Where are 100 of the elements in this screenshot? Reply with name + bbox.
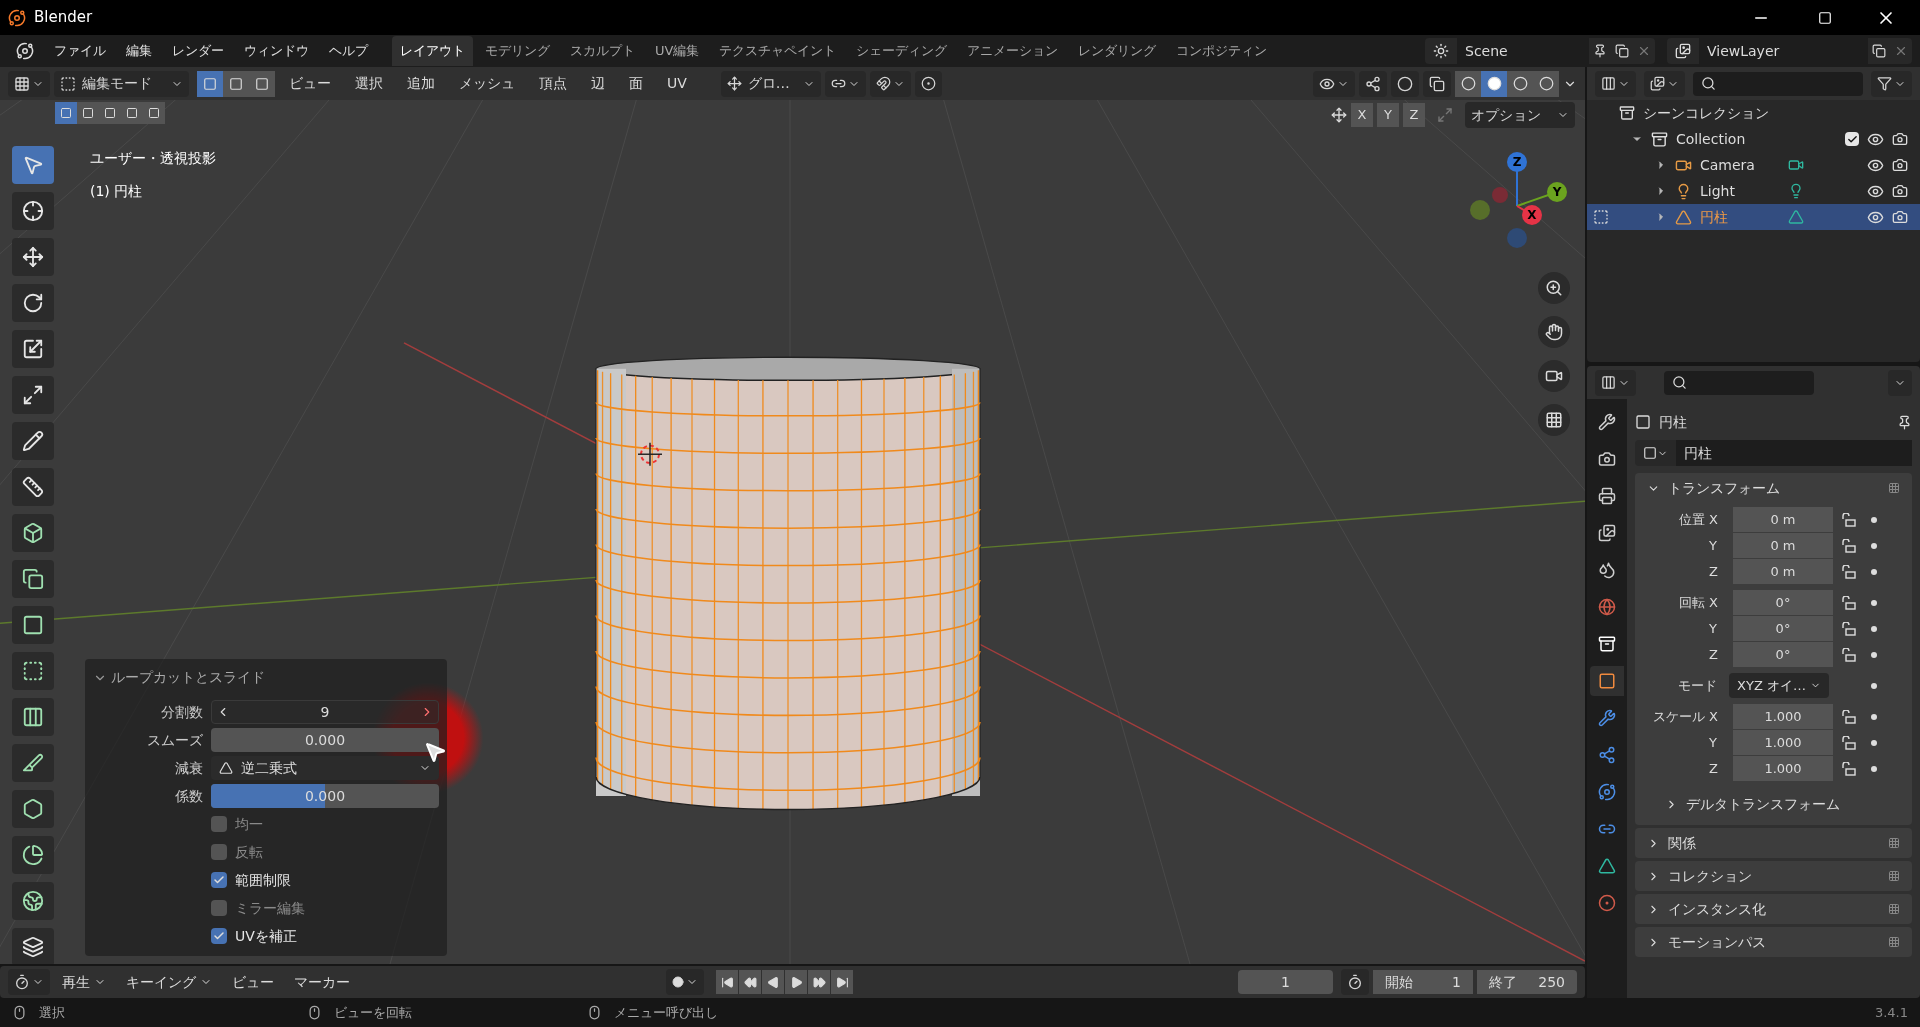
menu-item[interactable]: ヘルプ — [321, 41, 376, 61]
field-label: 減衰 — [174, 758, 203, 778]
checkbox-label: 均一 — [235, 814, 263, 834]
workspace-tab[interactable]: レンダリング — [1070, 36, 1165, 66]
menu-item[interactable]: 面 — [619, 73, 653, 94]
field-label: スケール — [1652, 707, 1705, 726]
object-name-field[interactable]: 円柱 — [1676, 440, 1912, 466]
falloff-dropdown[interactable]: 逆二乗式 — [211, 756, 439, 780]
outliner-row[interactable]: Camera — [1587, 152, 1920, 178]
version-label: 3.4.1 — [1874, 1003, 1908, 1022]
current-frame-field[interactable]: 1 — [1238, 970, 1333, 994]
field-label: モード — [1677, 676, 1717, 695]
object-label: (1) 円柱 — [90, 182, 144, 201]
view-layer-field[interactable]: ViewLayer — [1699, 38, 1868, 64]
axis-label: Z — [1709, 562, 1719, 581]
timeline-menu[interactable]: ビュー — [224, 971, 282, 993]
number-field[interactable]: 0 m — [1733, 533, 1833, 558]
outliner-row[interactable]: 円柱 — [1587, 204, 1920, 230]
mode-dropdown[interactable]: 編集モード — [54, 70, 189, 97]
workspace-tab[interactable]: コンポジティン — [1168, 36, 1276, 66]
timeline-menu[interactable]: キーイング — [118, 971, 220, 993]
scene-collection-label: シーンコレクション — [1643, 103, 1769, 123]
start-frame-field[interactable]: 開始 1 — [1373, 970, 1473, 994]
window-title: Blender — [34, 7, 93, 29]
menu-item[interactable]: レンダー — [164, 41, 232, 61]
options-dropdown[interactable]: オプション — [1465, 102, 1575, 128]
outliner-row[interactable]: Light — [1587, 178, 1920, 204]
panel-title: 関係 — [1668, 833, 1697, 853]
axis-toggle[interactable]: X — [1351, 103, 1373, 127]
field-label: 回転 — [1678, 593, 1705, 612]
workspace-tab[interactable]: シェーディング — [848, 36, 956, 66]
outliner-item-name: Camera — [1700, 155, 1756, 175]
menu-item[interactable]: 辺 — [581, 73, 615, 94]
checkbox-label: 反転 — [235, 842, 263, 862]
axis-label: Y — [1709, 536, 1718, 555]
outliner-item-name: Collection — [1676, 129, 1747, 149]
number-field[interactable]: 1.000 — [1733, 756, 1833, 781]
axis-label: Y — [1709, 733, 1718, 752]
axis-label: Y — [1709, 619, 1718, 638]
axis-toggle[interactable]: Y — [1377, 103, 1399, 127]
number-field[interactable]: 0° — [1733, 590, 1833, 615]
outliner-item-name: Light — [1700, 181, 1736, 201]
collapsed-panel[interactable]: モーションパス — [1635, 927, 1912, 957]
collapsed-panel[interactable]: 関係 — [1635, 828, 1912, 858]
checkbox-label: 範囲制限 — [235, 870, 291, 890]
field-label: 係数 — [174, 786, 203, 806]
panel-title: コレクション — [1668, 866, 1753, 886]
menu-item[interactable]: 選択 — [345, 73, 393, 94]
subpanel-title: デルタトランスフォーム — [1686, 794, 1840, 814]
menu-item[interactable]: ビュー — [279, 73, 341, 94]
stepper-value: 9 — [319, 702, 331, 722]
number-field[interactable]: 0° — [1733, 616, 1833, 641]
number-field[interactable]: 0 m — [1733, 559, 1833, 584]
number-field[interactable]: 0.000 — [211, 728, 439, 752]
field-label: 分割数 — [160, 702, 203, 722]
panel-title: トランスフォーム — [1668, 478, 1781, 498]
menu-item[interactable]: 頂点 — [529, 73, 577, 94]
menu-item[interactable]: 編集 — [118, 41, 160, 61]
number-stepper[interactable]: 9 — [211, 700, 439, 724]
axis-label: X — [1709, 707, 1719, 726]
panel-title: モーションパス — [1668, 932, 1767, 952]
workspace-tab[interactable]: アニメーション — [959, 36, 1067, 66]
axis-label: X — [1709, 510, 1719, 529]
outliner-item-name: 円柱 — [1700, 207, 1729, 227]
timeline-menu[interactable]: 再生 — [54, 971, 114, 993]
end-frame-field[interactable]: 終了 250 — [1477, 970, 1577, 994]
menu-item[interactable]: ファイル — [46, 41, 114, 61]
axis-label: Z — [1709, 759, 1719, 778]
view-name: ユーザー・透視投影 — [90, 149, 216, 168]
checkbox-label: UVを補正 — [235, 926, 297, 946]
menu-item[interactable]: 追加 — [397, 73, 445, 94]
axis-label: X — [1709, 593, 1719, 612]
rotation-mode-dropdown[interactable]: XYZ オイ… — [1729, 673, 1829, 698]
workspace-tab[interactable]: レイアウト — [392, 36, 473, 66]
menu-item[interactable]: メッシュ — [449, 73, 525, 94]
field-label: スムーズ — [146, 730, 203, 750]
axis-label: Z — [1709, 645, 1719, 664]
outliner-row[interactable]: Collection — [1587, 126, 1920, 152]
workspace-tab[interactable]: UV編集 — [647, 36, 708, 66]
scene-field[interactable]: Scene — [1457, 38, 1589, 64]
workspace-tab[interactable]: モデリング — [477, 36, 558, 66]
workspace-tab[interactable]: スカルプト — [562, 36, 643, 66]
object-title: 円柱 — [1659, 412, 1687, 432]
menu-item[interactable]: ウィンドウ — [236, 41, 317, 61]
orientation-dropdown[interactable]: グロ… — [720, 70, 821, 97]
workspace-tab[interactable]: テクスチャペイント — [711, 36, 845, 66]
collapsed-panel[interactable]: インスタンス化 — [1635, 894, 1912, 924]
status-hint: メニュー呼び出し — [614, 1003, 718, 1022]
number-field[interactable]: 1.000 — [1733, 730, 1833, 755]
status-hint: ビューを回転 — [334, 1003, 412, 1022]
field-label: 位置 — [1678, 510, 1705, 529]
collapsed-panel[interactable]: コレクション — [1635, 861, 1912, 891]
number-field[interactable]: 0° — [1733, 642, 1833, 667]
menu-item[interactable]: UV — [657, 73, 697, 94]
axis-toggle[interactable]: Z — [1403, 103, 1425, 127]
number-field[interactable]: 0 m — [1733, 507, 1833, 532]
status-hint: 選択 — [39, 1003, 65, 1022]
number-field[interactable]: 1.000 — [1733, 704, 1833, 729]
panel-title: インスタンス化 — [1668, 899, 1767, 919]
timeline-menu[interactable]: マーカー — [286, 971, 358, 993]
